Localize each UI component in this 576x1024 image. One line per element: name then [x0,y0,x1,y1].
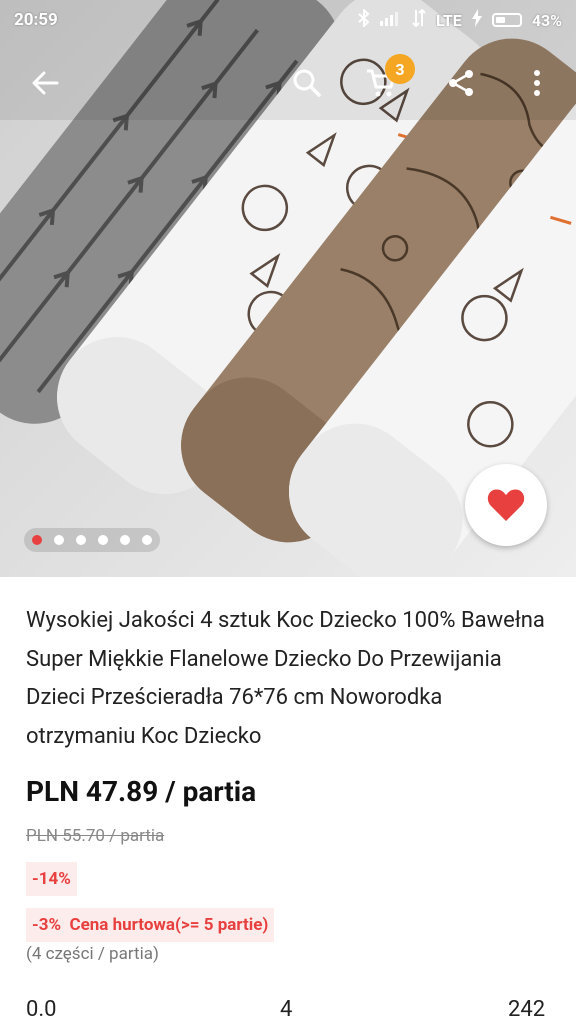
product-title: Wysokiej Jakości 4 sztuk Koc Dziecko 100… [26,608,545,749]
carousel-dot [98,535,108,545]
pieces-per-lot: (4 części / partia) [26,944,159,964]
search-icon [293,69,321,97]
network-label: LTE [436,10,462,30]
bluetooth-icon [358,7,370,31]
reviews-count[interactable]: 4 [280,997,292,1022]
back-button[interactable] [22,60,68,106]
rating-value[interactable]: 0.0 [26,997,57,1022]
status-icons: LTE 43% [358,7,562,31]
carousel-dot [32,535,42,545]
more-options-button[interactable] [514,60,560,106]
original-price: PLN 55.70 / partia [26,826,165,846]
toolbar: 3 [0,52,576,114]
carousel-dot [142,535,152,545]
status-bar: 20:59 LTE 43% [0,0,576,40]
wishlist-button[interactable] [465,464,547,546]
data-transfer-icon [412,8,426,31]
carousel-dot [120,535,130,545]
product-price: PLN 47.89 / partia [26,775,257,808]
discount-badge: -14% [26,862,77,896]
carousel-indicator [24,528,160,552]
battery-percent: 43% [531,10,562,30]
wholesale-price-badge[interactable]: -3% Cena hurtowa(>= 5 partie) [26,908,275,942]
back-arrow-icon [32,71,59,95]
charging-icon [471,9,482,31]
signal-icon [380,10,402,30]
search-button[interactable] [284,60,330,106]
share-icon [449,70,473,96]
cart-count-badge: 3 [385,54,415,84]
carousel-dot [54,535,64,545]
heart-icon [487,489,525,521]
battery-level [495,17,505,23]
carousel-dot [76,535,86,545]
product-image-carousel[interactable]: 20:59 LTE 43% 3 [0,0,576,577]
battery-icon [491,13,522,27]
more-vert-icon [534,70,540,96]
orders-count[interactable]: 242 [508,997,545,1022]
status-time: 20:59 [14,10,58,30]
cart-button[interactable]: 3 [358,54,415,106]
share-button[interactable] [438,60,484,106]
